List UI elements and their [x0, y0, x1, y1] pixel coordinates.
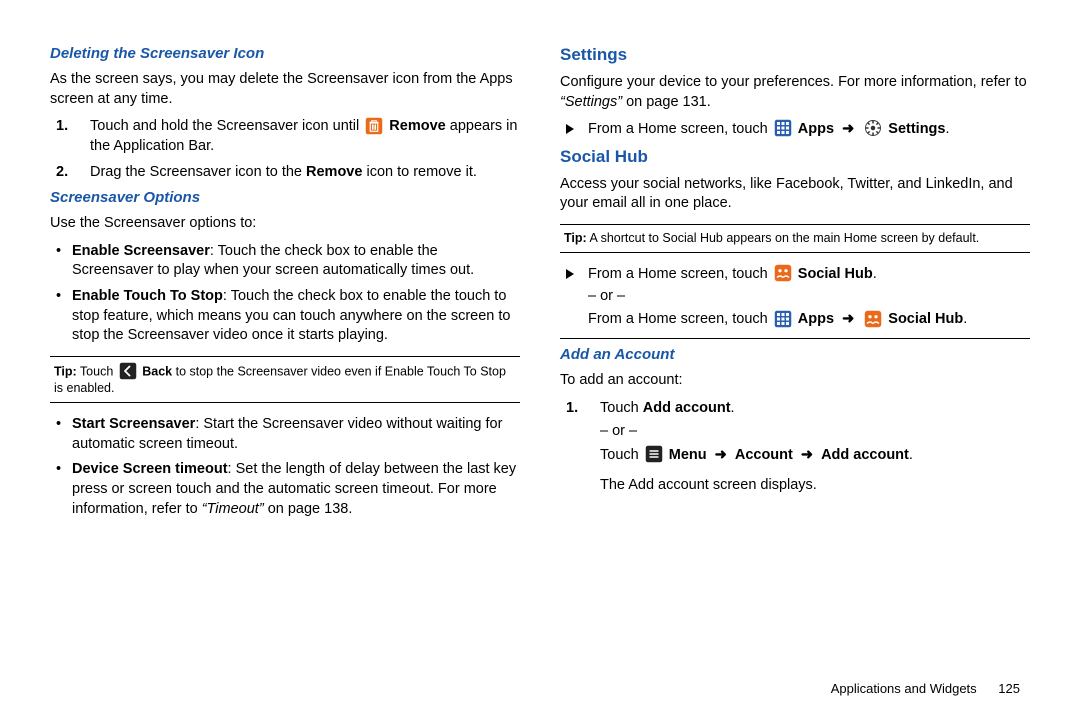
arrow-icon: ➜ [842, 121, 854, 137]
page-footer: Applications and Widgets 125 [831, 680, 1020, 698]
deleting-step-1: 1. Touch and hold the Screensaver icon u… [84, 117, 520, 156]
add-account-step-1: 1. Touch Add account. – or – Touch Menu … [594, 399, 1030, 495]
heading-screensaver-options: Screensaver Options [50, 188, 520, 208]
heading-social-hub: Social Hub [560, 146, 1030, 169]
social-hub-icon [864, 310, 882, 328]
social-hub-intro: Access your social networks, like Facebo… [560, 175, 1030, 214]
footer-section: Applications and Widgets [831, 681, 977, 696]
arrow-icon: ➜ [801, 447, 813, 463]
option-enable-touch-to-stop: Enable Touch To Stop: Touch the check bo… [68, 287, 520, 346]
heading-settings: Settings [560, 44, 1030, 67]
deleting-intro-text: As the screen says, you may delete the S… [50, 70, 520, 109]
option-device-screen-timeout: Device Screen timeout: Set the length of… [68, 460, 520, 519]
add-account-intro: To add an account: [560, 371, 1030, 391]
options-list-bottom: Start Screensaver: Start the Screensaver… [50, 415, 520, 519]
apps-icon [774, 310, 792, 328]
heading-deleting-screensaver: Deleting the Screensaver Icon [50, 44, 520, 64]
tip-back-stops-video: Tip: Touch Back to stop the Screensaver … [50, 356, 520, 404]
tip-social-hub-shortcut: Tip: A shortcut to Social Hub appears on… [560, 224, 1030, 254]
footer-page-number: 125 [998, 680, 1020, 698]
divider [560, 338, 1030, 339]
arrow-icon: ➜ [842, 311, 854, 327]
back-icon [119, 362, 137, 380]
or-separator: – or – [600, 422, 1030, 442]
add-account-steps: 1. Touch Add account. – or – Touch Menu … [560, 399, 1030, 495]
social-hub-steps: From a Home screen, touch Social Hub. – … [560, 265, 1030, 330]
options-intro-text: Use the Screensaver options to: [50, 214, 520, 234]
option-start-screensaver: Start Screensaver: Start the Screensaver… [68, 415, 520, 454]
settings-intro: Configure your device to your preference… [560, 73, 1030, 112]
apps-icon [774, 119, 792, 137]
options-list-top: Enable Screensaver: Touch the check box … [50, 242, 520, 346]
social-hub-icon [774, 264, 792, 282]
trash-icon [365, 117, 383, 135]
menu-icon [645, 445, 663, 463]
deleting-steps: 1. Touch and hold the Screensaver icon u… [50, 117, 520, 182]
arrow-icon: ➜ [715, 447, 727, 463]
manual-page: Deleting the Screensaver Icon As the scr… [0, 0, 1080, 710]
heading-add-account: Add an Account [560, 345, 1030, 365]
settings-steps: From a Home screen, touch Apps ➜ Setting… [560, 120, 1030, 140]
deleting-step-2: 2. Drag the Screensaver icon to the Remo… [84, 163, 520, 183]
social-hub-step-1: From a Home screen, touch Social Hub. – … [584, 265, 1030, 330]
gear-icon [864, 119, 882, 137]
option-enable-screensaver: Enable Screensaver: Touch the check box … [68, 242, 520, 281]
settings-step-1: From a Home screen, touch Apps ➜ Setting… [584, 120, 1030, 140]
add-account-result: The Add account screen displays. [600, 476, 1030, 496]
left-column: Deleting the Screensaver Icon As the scr… [50, 40, 520, 690]
or-separator: – or – [588, 287, 1030, 307]
right-column: Settings Configure your device to your p… [560, 40, 1030, 690]
